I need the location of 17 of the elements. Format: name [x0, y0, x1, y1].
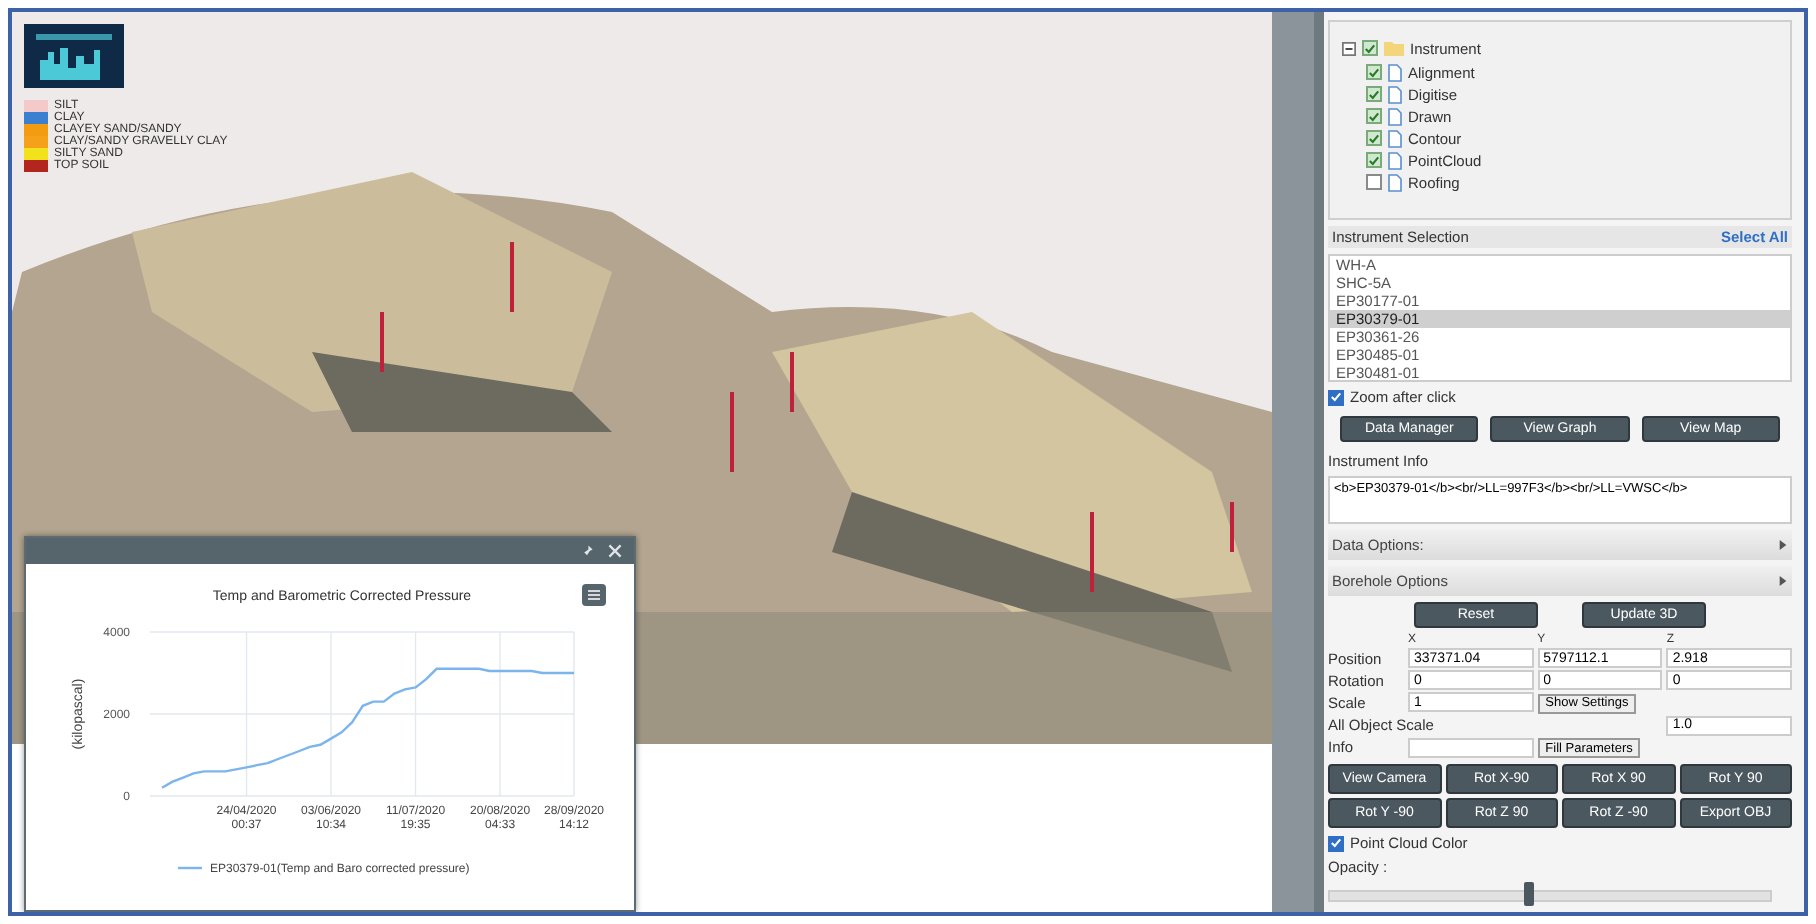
skyline-logo-icon: [24, 24, 124, 88]
checkbox[interactable]: [1366, 152, 1382, 168]
checkbox[interactable]: [1366, 64, 1382, 80]
close-icon[interactable]: [608, 544, 622, 558]
checkbox[interactable]: [1366, 174, 1382, 190]
folder-icon: [1384, 40, 1404, 56]
slider-thumb[interactable]: [1524, 882, 1534, 906]
checkbox[interactable]: [1328, 389, 1344, 405]
pin-icon[interactable]: [580, 544, 594, 558]
input-field[interactable]: [1408, 737, 1534, 758]
checkbox[interactable]: [1362, 40, 1378, 56]
chart-menu-button[interactable]: [582, 584, 606, 606]
checkbox[interactable]: [1366, 108, 1382, 124]
collapse-icon[interactable]: [1342, 41, 1356, 55]
checkbox[interactable]: [1328, 835, 1344, 851]
checkbox[interactable]: [1366, 130, 1382, 146]
checkbox[interactable]: [1366, 86, 1382, 102]
